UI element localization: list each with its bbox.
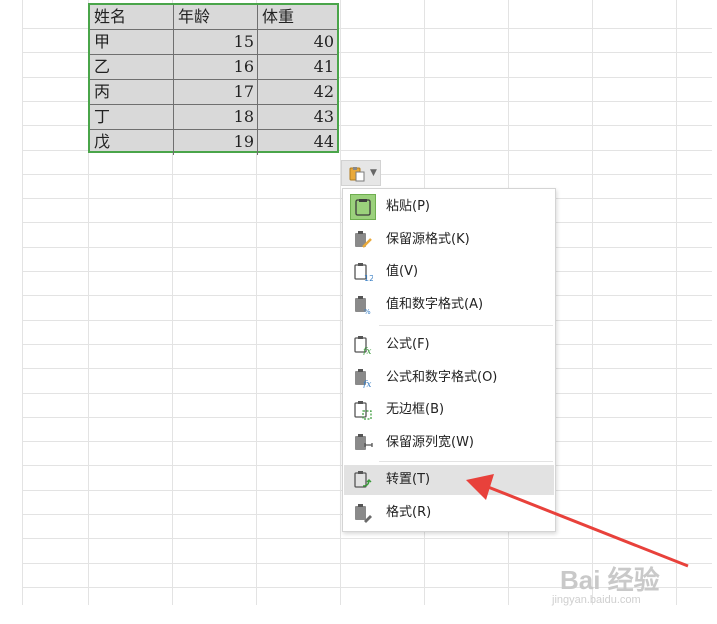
- menu-item-label: 保留源格式(K): [386, 232, 470, 247]
- menu-item-keep-column-width[interactable]: 保留源列宽(W): [344, 428, 554, 458]
- menu-item-no-borders[interactable]: 无边框(B): [344, 395, 554, 425]
- cell-name[interactable]: 甲: [90, 30, 174, 55]
- menu-item-values-number-format[interactable]: % 值和数字格式(A): [344, 290, 554, 320]
- cell-name[interactable]: 乙: [90, 55, 174, 80]
- grid-column-line: [340, 0, 341, 605]
- table-row: 戊 19 44: [90, 130, 337, 155]
- data-table[interactable]: 姓名 年龄 体重 甲 15 40 乙 16 41 丙 17 42 丁 18 43…: [88, 3, 339, 155]
- chevron-down-icon: ▼: [370, 168, 377, 178]
- menu-item-formulas-number-format[interactable]: fx 公式和数字格式(O): [344, 363, 554, 393]
- menu-separator: [379, 325, 553, 326]
- paste-options-menu: 粘贴(P) 保留源格式(K) 12 值(V) % 值和数字格式(A) fx 公式…: [342, 188, 556, 532]
- svg-text:%: %: [364, 308, 371, 315]
- menu-item-values[interactable]: 12 值(V): [344, 257, 554, 287]
- formatting-icon: [353, 503, 373, 523]
- menu-item-formulas[interactable]: fx 公式(F): [344, 330, 554, 360]
- svg-text:fx: fx: [362, 347, 371, 355]
- grid-column-line: [22, 0, 23, 605]
- menu-separator: [379, 461, 553, 462]
- svg-text:fx: fx: [362, 380, 371, 388]
- svg-text:12: 12: [364, 274, 373, 282]
- menu-item-label: 公式和数字格式(O): [386, 370, 498, 385]
- menu-item-label: 值(V): [386, 264, 419, 279]
- keep-column-width-icon: [353, 433, 373, 453]
- watermark-url: jingyan.baidu.com: [552, 594, 641, 606]
- table-row: 乙 16 41: [90, 55, 337, 80]
- cell-name[interactable]: 戊: [90, 130, 174, 155]
- watermark-logo: Bai 经验 jingyan.baidu.com: [552, 560, 710, 608]
- cell-name[interactable]: 丙: [90, 80, 174, 105]
- values-number-format-icon: %: [353, 295, 373, 316]
- cell-weight[interactable]: 43: [258, 105, 337, 130]
- cell-age[interactable]: 15: [174, 30, 258, 55]
- menu-item-transpose[interactable]: 转置(T): [344, 465, 554, 495]
- spreadsheet-grid: 姓名 年龄 体重 甲 15 40 乙 16 41 丙 17 42 丁 18 43…: [0, 0, 717, 624]
- grid-column-line: [676, 0, 677, 605]
- cell-age[interactable]: 19: [174, 130, 258, 155]
- table-row: 丙 17 42: [90, 80, 337, 105]
- keep-source-format-icon: [353, 230, 373, 250]
- cell-name[interactable]: 丁: [90, 105, 174, 130]
- cell-age[interactable]: 17: [174, 80, 258, 105]
- menu-item-label: 公式(F): [386, 337, 430, 352]
- menu-item-label: 值和数字格式(A): [386, 297, 484, 312]
- paste-options-button[interactable]: ▼: [341, 160, 381, 186]
- menu-item-label: 格式(R): [386, 505, 432, 520]
- menu-item-label: 粘贴(P): [386, 199, 430, 214]
- menu-item-formatting[interactable]: 格式(R): [344, 498, 554, 528]
- no-borders-icon: [353, 400, 373, 420]
- table-row: 丁 18 43: [90, 105, 337, 130]
- grid-row-line: [22, 538, 712, 539]
- cell-weight[interactable]: 41: [258, 55, 337, 80]
- cell-weight[interactable]: 40: [258, 30, 337, 55]
- cell-weight[interactable]: 44: [258, 130, 337, 155]
- table-row: 甲 15 40: [90, 30, 337, 55]
- paste-icon: [350, 194, 376, 220]
- header-cell-age[interactable]: 年龄: [174, 5, 258, 30]
- formulas-icon: fx: [353, 335, 373, 357]
- cell-age[interactable]: 16: [174, 55, 258, 80]
- header-cell-weight[interactable]: 体重: [258, 5, 337, 30]
- menu-item-paste[interactable]: 粘贴(P): [344, 192, 554, 222]
- values-icon: 12: [353, 262, 374, 283]
- grid-column-line: [592, 0, 593, 605]
- formulas-number-format-icon: fx: [353, 368, 373, 390]
- menu-item-label: 无边框(B): [386, 402, 445, 417]
- header-cell-name[interactable]: 姓名: [90, 5, 174, 30]
- header-row: 姓名 年龄 体重: [90, 5, 337, 30]
- menu-item-keep-source-format[interactable]: 保留源格式(K): [344, 225, 554, 255]
- transpose-icon: [353, 470, 373, 490]
- cell-age[interactable]: 18: [174, 105, 258, 130]
- clipboard-icon: [349, 166, 365, 186]
- watermark-text: Bai 经验: [560, 565, 660, 595]
- menu-item-label: 保留源列宽(W): [386, 435, 474, 450]
- menu-item-label: 转置(T): [386, 472, 431, 487]
- cell-weight[interactable]: 42: [258, 80, 337, 105]
